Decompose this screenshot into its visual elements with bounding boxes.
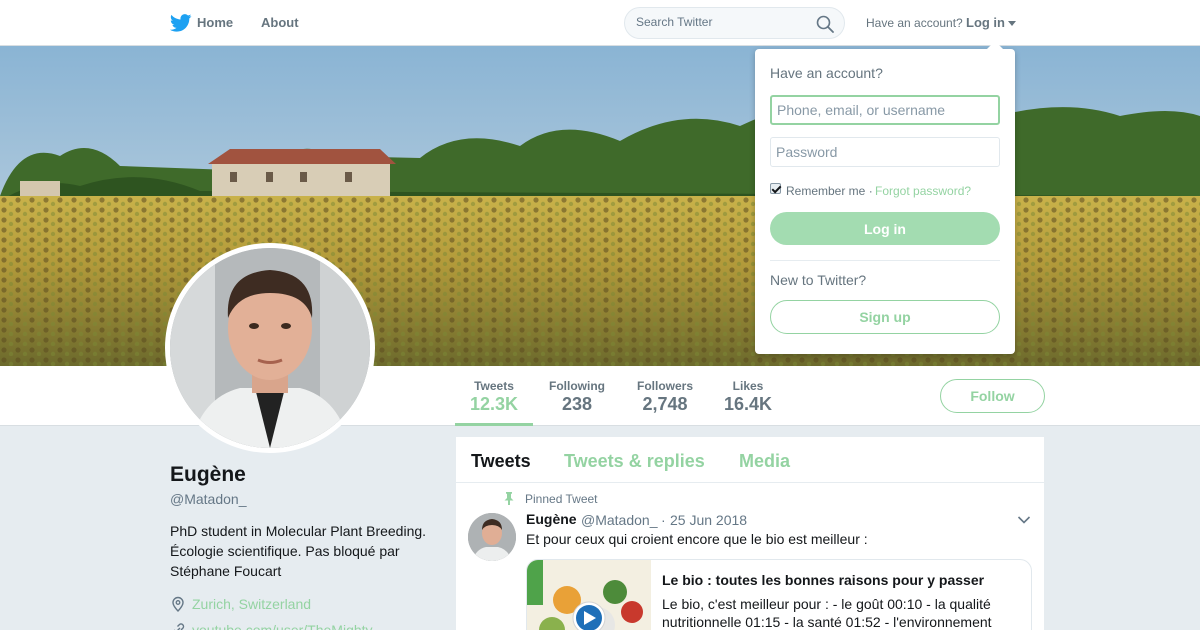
stat-value: 2,748 bbox=[642, 394, 688, 414]
new-to-twitter-label: New to Twitter? bbox=[770, 272, 867, 288]
nav-about-link[interactable]: About bbox=[261, 15, 299, 30]
remember-me-label[interactable]: Remember me · bbox=[786, 184, 873, 198]
pin-icon bbox=[504, 492, 514, 505]
link-icon bbox=[174, 623, 185, 630]
tab-tweets[interactable]: Tweets bbox=[471, 451, 531, 472]
stat-likes[interactable]: Likes 16.4K bbox=[718, 366, 778, 426]
stat-value: 16.4K bbox=[723, 394, 773, 414]
tweet-text: Et pour ceux qui croient encore que le b… bbox=[526, 531, 868, 547]
tweet-avatar-photo bbox=[468, 513, 516, 561]
pinned-tweet-label: Pinned Tweet bbox=[525, 492, 598, 506]
card-thumbnail bbox=[527, 560, 651, 630]
stat-followers[interactable]: Followers 2,748 bbox=[630, 366, 700, 426]
tweet-avatar[interactable] bbox=[468, 513, 516, 561]
dropdown-arrow bbox=[987, 41, 1003, 49]
link-preview-card[interactable]: Le bio : toutes les bonnes raisons pour … bbox=[526, 559, 1032, 630]
nav-home-link[interactable]: Home bbox=[197, 15, 233, 30]
stat-label: Followers bbox=[636, 379, 693, 393]
profile-url[interactable]: youtube.com/user/TheMighty... bbox=[192, 622, 383, 630]
card-description: Le bio, c'est meilleur pour : - le goût … bbox=[662, 596, 992, 630]
forgot-password-link[interactable]: Forgot password? bbox=[875, 184, 971, 198]
stat-value: 238 bbox=[561, 394, 593, 414]
divider bbox=[770, 260, 1000, 261]
chevron-down-icon[interactable] bbox=[1017, 515, 1031, 525]
password-field[interactable] bbox=[770, 137, 1000, 167]
stat-label: Following bbox=[549, 379, 605, 393]
search-box bbox=[624, 7, 845, 39]
remember-me-checkbox[interactable] bbox=[770, 183, 781, 194]
avatar-photo bbox=[170, 248, 370, 448]
have-account-label: Have an account? bbox=[866, 16, 963, 30]
card-thumbnail-image bbox=[527, 560, 651, 630]
stat-tweets[interactable]: Tweets 12.3K bbox=[455, 366, 533, 426]
profile-bio: PhD student in Molecular Plant Breeding.… bbox=[170, 523, 427, 579]
timeline: Tweets Tweets & replies Media Pinned Twe… bbox=[456, 437, 1044, 630]
location-pin-icon bbox=[172, 596, 184, 612]
timeline-tabs: Tweets Tweets & replies Media bbox=[456, 437, 1044, 483]
login-heading: Have an account? bbox=[770, 65, 883, 81]
stat-following[interactable]: Following 238 bbox=[540, 366, 614, 426]
profile-name: Eugène bbox=[170, 463, 246, 486]
top-navigation-bar: Home About Have an account? Log in bbox=[0, 0, 1200, 46]
login-button[interactable]: Log in bbox=[770, 212, 1000, 245]
search-icon[interactable] bbox=[816, 15, 834, 33]
profile-avatar[interactable] bbox=[165, 243, 375, 453]
signup-button[interactable]: Sign up bbox=[770, 300, 1000, 334]
tab-media[interactable]: Media bbox=[739, 451, 790, 472]
stat-label: Likes bbox=[732, 379, 764, 393]
login-menu-link[interactable]: Log in bbox=[966, 15, 1005, 30]
profile-handle: @Matadon_ bbox=[170, 491, 247, 507]
follow-button[interactable]: Follow bbox=[940, 379, 1045, 413]
stat-value: 12.3K bbox=[469, 394, 519, 414]
search-input[interactable] bbox=[636, 15, 806, 29]
login-dropdown: Have an account? Remember me · Forgot pa… bbox=[755, 41, 1015, 354]
username-field[interactable] bbox=[770, 95, 1000, 125]
twitter-bird-icon[interactable] bbox=[170, 14, 192, 32]
tweet-separator: · bbox=[661, 512, 666, 528]
tweet-date[interactable]: 25 Jun 2018 bbox=[670, 512, 747, 528]
profile-location[interactable]: Zurich, Switzerland bbox=[192, 596, 311, 612]
caret-down-icon[interactable] bbox=[1008, 21, 1016, 26]
tab-tweets-and-replies[interactable]: Tweets & replies bbox=[564, 451, 705, 472]
tweet-author-handle[interactable]: @Matadon_ bbox=[581, 512, 657, 528]
card-title: Le bio : toutes les bonnes raisons pour … bbox=[662, 572, 985, 588]
stat-label: Tweets bbox=[474, 379, 514, 393]
tweet-author-name[interactable]: Eugène bbox=[526, 511, 577, 527]
